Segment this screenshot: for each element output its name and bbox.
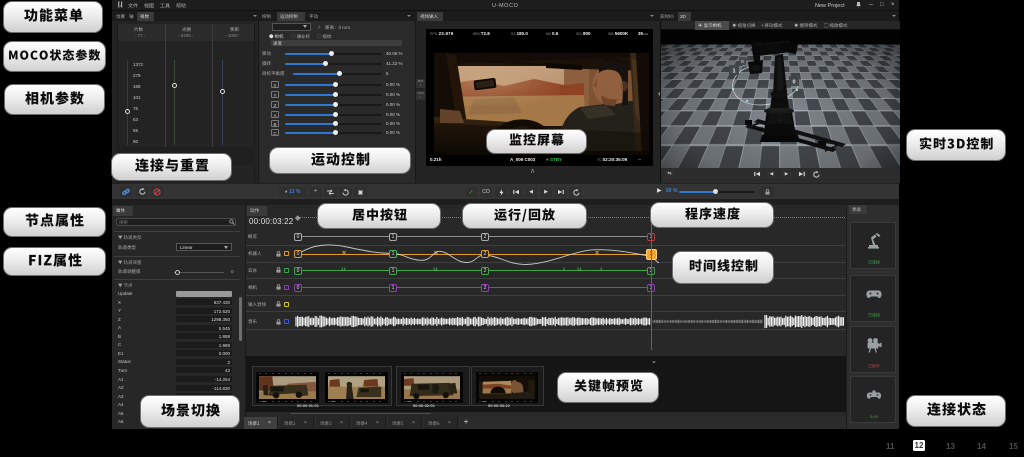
- svg-text:1: 1: [732, 69, 735, 75]
- svg-text:0: 0: [741, 59, 744, 65]
- svg-text:U: U: [778, 117, 781, 122]
- svg-text:0: 0: [792, 80, 795, 86]
